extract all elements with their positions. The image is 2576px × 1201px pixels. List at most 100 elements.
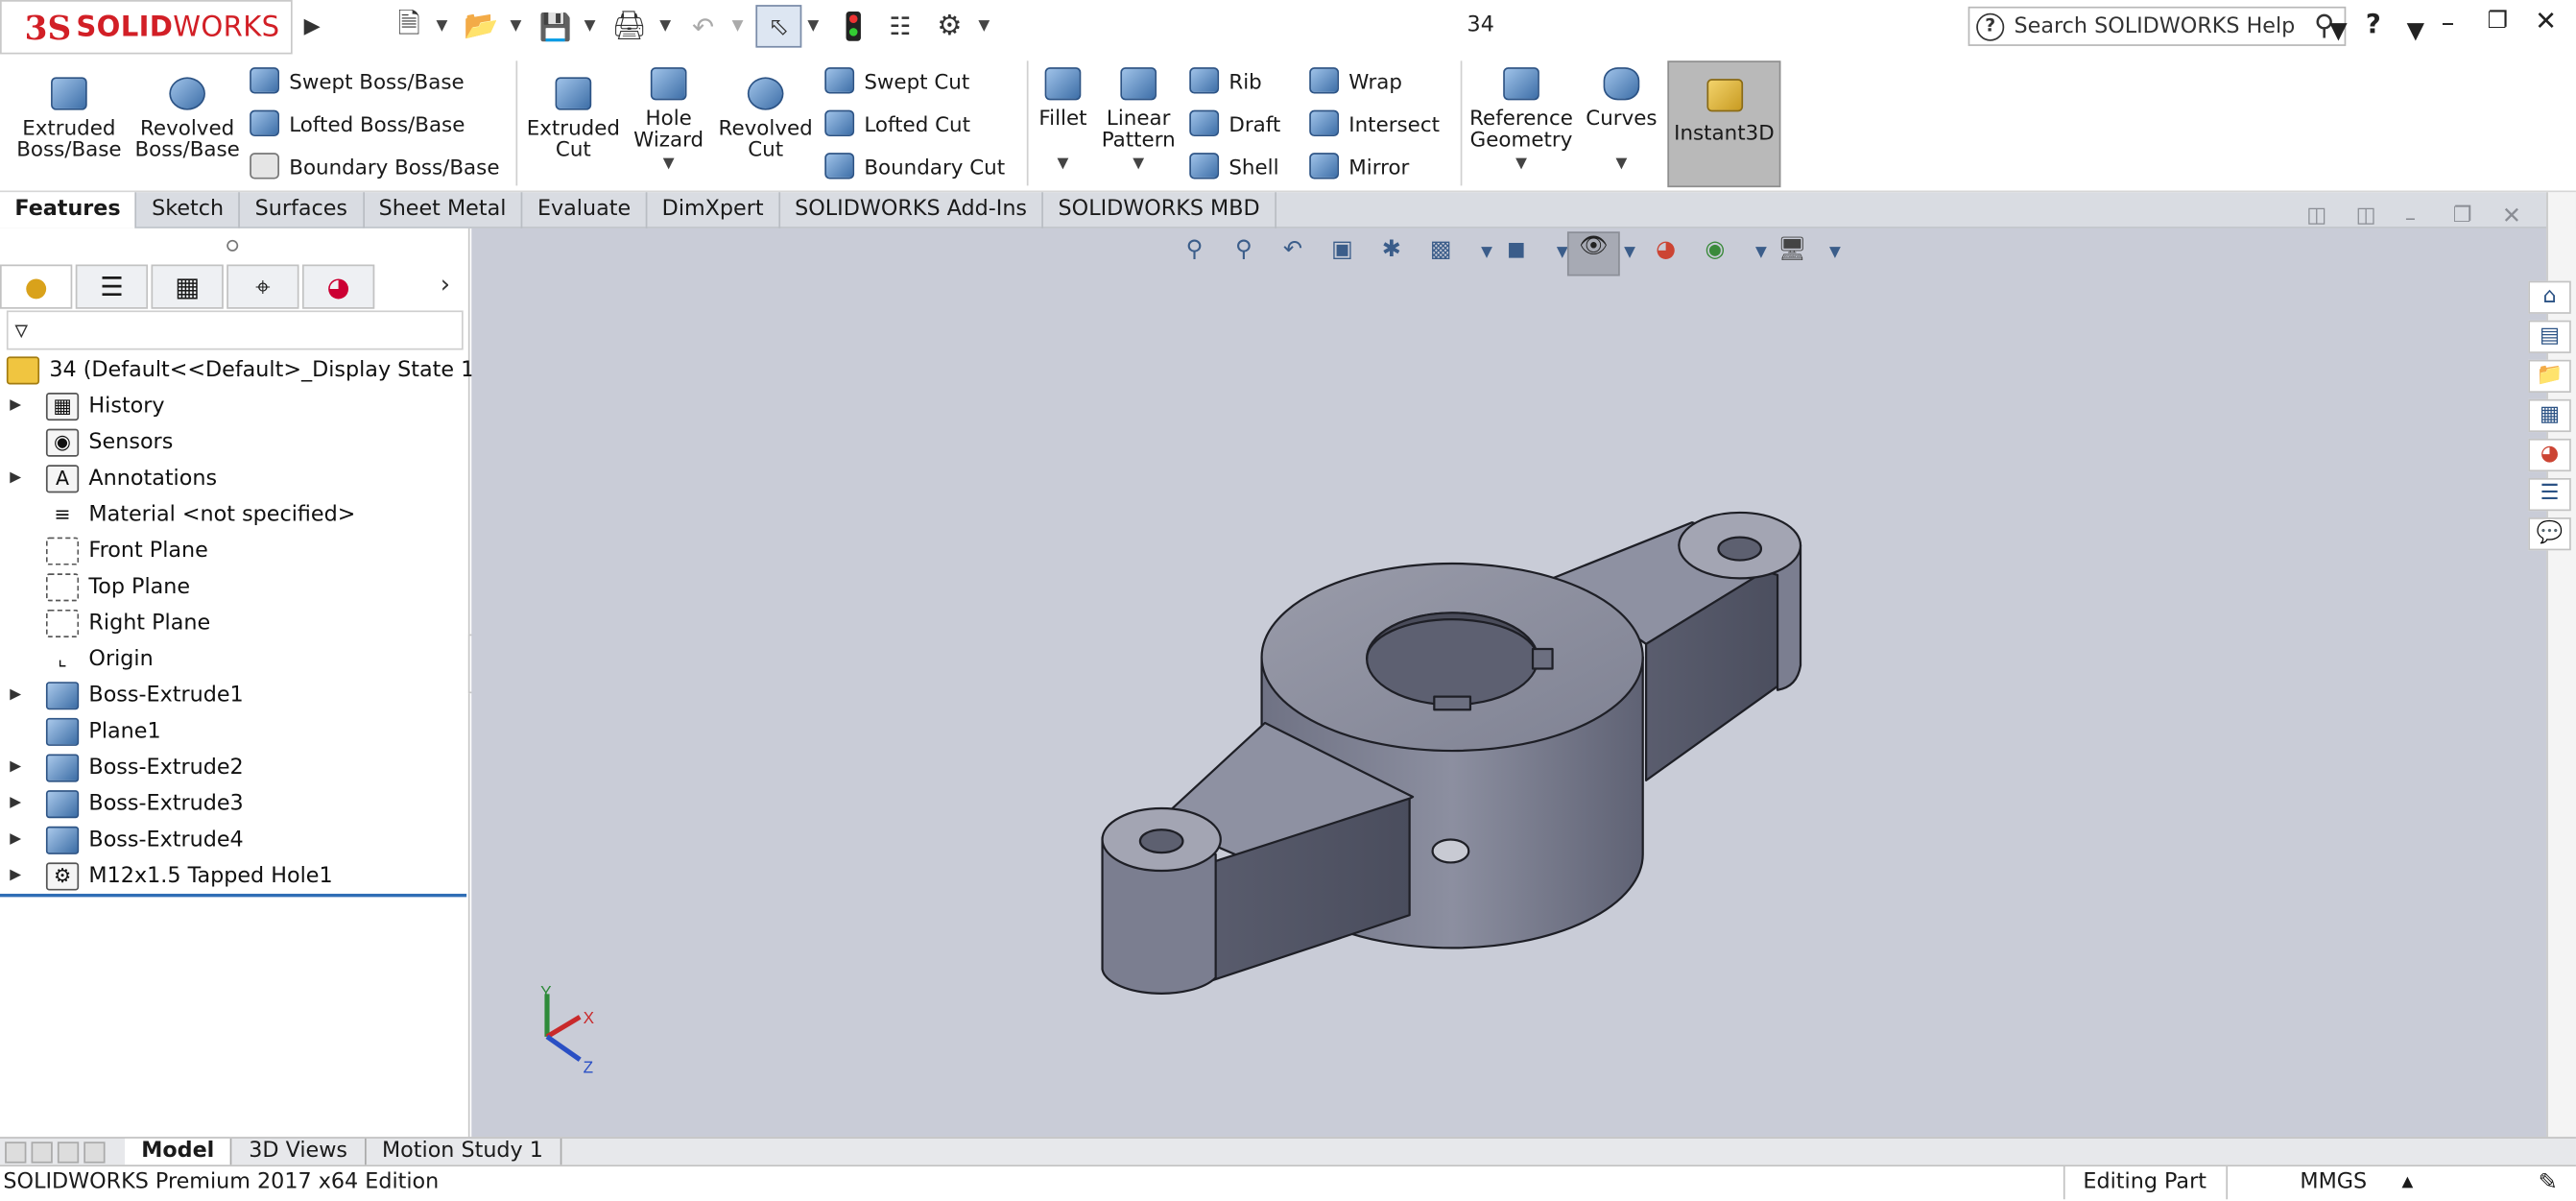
tab-nav-last-icon[interactable] [83, 1141, 106, 1163]
intersect-button[interactable]: Intersect [1309, 109, 1440, 137]
extruded-boss-button[interactable]: Extruded Boss/Base [13, 77, 125, 159]
hole-wizard-button[interactable]: Hole Wizard ▼ [628, 67, 710, 176]
extruded-cut-button[interactable]: Extruded Cut [522, 77, 624, 159]
view-settings-chevron-icon[interactable]: ▼ [1817, 245, 1853, 277]
display-style-icon[interactable]: ◼ [1498, 236, 1535, 269]
tab-mbd[interactable]: SOLIDWORKS MBD [1043, 192, 1276, 228]
curves-button[interactable]: Curves ▼ [1584, 67, 1659, 176]
tree-item[interactable]: Plane1 [0, 713, 161, 750]
reference-geometry-chevron-icon[interactable]: ▼ [1515, 156, 1527, 173]
status-units[interactable]: MMGS [2300, 1166, 2367, 1199]
tree-expand-chevron-icon[interactable]: ▶ [10, 831, 30, 848]
tree-root[interactable]: 34 (Default<<Default>_Display State 1>) [0, 351, 501, 388]
restore-icon[interactable]: ❐ [2488, 9, 2509, 35]
print-dropdown-chevron-icon[interactable]: ▼ [657, 9, 674, 45]
tree-item[interactable]: ▶ Boss-Extrude2 [0, 749, 244, 785]
tree-expand-chevron-icon[interactable]: ▶ [10, 469, 30, 486]
status-customize-icon[interactable]: ✎ [2539, 1166, 2558, 1199]
select-dropdown-chevron-icon[interactable]: ▼ [805, 9, 822, 45]
hide-show-chevron-icon[interactable]: ▼ [1620, 245, 1640, 277]
viewport-close-icon[interactable]: ✕ [2502, 204, 2521, 229]
hole-wizard-chevron-icon[interactable]: ▼ [663, 156, 675, 173]
graphics-area[interactable]: Y X Z [471, 228, 2547, 1138]
zoom-to-fit-icon[interactable]: ⚲ [1177, 236, 1213, 269]
close-icon[interactable]: ✕ [2535, 5, 2557, 36]
view-palette-icon[interactable]: ▦ [2528, 398, 2571, 433]
viewport-tile-right-icon[interactable]: ◫ [2356, 204, 2376, 228]
tab-sheet-metal[interactable]: Sheet Metal [364, 192, 523, 228]
tab-nav-next-icon[interactable] [57, 1141, 80, 1163]
wrap-button[interactable]: Wrap [1309, 67, 1402, 94]
tab-features[interactable]: Features [0, 192, 137, 228]
fillet-button[interactable]: Fillet ▼ [1032, 67, 1094, 176]
view-orientation-icon[interactable]: ▩ [1422, 236, 1459, 269]
property-manager-tab-icon[interactable]: ☰ [75, 264, 149, 309]
tree-item[interactable]: ▶ Boss-Extrude3 [0, 785, 244, 822]
swept-boss-button[interactable]: Swept Boss/Base [250, 67, 465, 94]
rib-button[interactable]: Rib [1189, 67, 1262, 94]
viewport-tile-left-icon[interactable]: ◫ [2306, 204, 2326, 228]
tab-sketch[interactable]: Sketch [137, 192, 241, 228]
save-icon[interactable]: 💾 [536, 9, 575, 45]
tree-expand-chevron-icon[interactable]: ▶ [10, 397, 30, 414]
lofted-boss-button[interactable]: Lofted Boss/Base [250, 109, 465, 137]
file-properties-icon[interactable]: ☷ [880, 9, 919, 45]
search-input[interactable]: Search SOLIDWORKS Help [2015, 14, 2296, 39]
tree-item[interactable]: ▶ Boss-Extrude4 [0, 822, 244, 858]
viewport-restore-icon[interactable]: ❐ [2453, 204, 2472, 228]
tree-expand-chevron-icon[interactable]: ▶ [10, 868, 30, 884]
save-dropdown-chevron-icon[interactable]: ▼ [582, 9, 598, 45]
tree-item[interactable]: ◉ Sensors [0, 424, 173, 461]
lofted-cut-button[interactable]: Lofted Cut [824, 109, 970, 137]
part-model-view[interactable] [471, 228, 2546, 1137]
dimxpert-manager-tab-icon[interactable]: ⌖ [227, 264, 299, 309]
design-library-icon[interactable]: ▤ [2528, 320, 2571, 353]
linear-pattern-chevron-icon[interactable]: ▼ [1133, 156, 1144, 173]
zoom-to-area-icon[interactable]: ⚲ [1226, 236, 1262, 269]
tab-addins[interactable]: SOLIDWORKS Add-Ins [780, 192, 1044, 228]
revolved-cut-button[interactable]: Revolved Cut [716, 77, 815, 159]
instant3d-toggle-button[interactable]: Instant3D [1667, 60, 1781, 188]
hide-show-items-icon[interactable]: 👁 [1566, 231, 1620, 276]
tree-item[interactable]: ▶ Boss-Extrude1 [0, 677, 244, 713]
view-settings-icon[interactable]: 🖥 [1775, 236, 1811, 269]
tree-item[interactable]: ▶ ⚙ M12x1.5 Tapped Hole1 [0, 857, 333, 894]
tree-expand-chevron-icon[interactable]: ▶ [10, 686, 30, 703]
tab-evaluate[interactable]: Evaluate [523, 192, 648, 228]
menu-expand-arrow-icon[interactable]: ▶ [298, 9, 327, 45]
display-manager-tab-icon[interactable]: ◕ [301, 264, 375, 309]
search-dropdown-chevron-icon[interactable]: ▼ [2329, 18, 2347, 44]
tab-dimxpert[interactable]: DimXpert [647, 192, 780, 228]
linear-pattern-button[interactable]: Linear Pattern ▼ [1101, 67, 1177, 176]
tree-item[interactable]: ▶ ▦ History [0, 388, 165, 424]
rollback-bar[interactable] [0, 893, 467, 898]
tree-item[interactable]: Right Plane [0, 605, 210, 641]
section-view-icon[interactable]: ▣ [1324, 236, 1361, 269]
rebuild-traffic-light-icon[interactable] [838, 9, 868, 45]
print-icon[interactable]: 🖨 [608, 9, 651, 45]
boundary-cut-button[interactable]: Boundary Cut [824, 153, 1005, 180]
fillet-chevron-icon[interactable]: ▼ [1058, 156, 1069, 173]
tree-expand-chevron-icon[interactable]: ▶ [10, 795, 30, 811]
shell-button[interactable]: Shell [1189, 153, 1279, 180]
undo-icon[interactable]: ↶ [683, 9, 723, 45]
feature-manager-tab-icon[interactable]: ● [0, 264, 73, 309]
boundary-boss-button[interactable]: Boundary Boss/Base [250, 153, 499, 180]
new-document-icon[interactable]: 🗎 [391, 8, 427, 45]
curves-chevron-icon[interactable]: ▼ [1616, 156, 1628, 173]
solidworks-logo[interactable]: 3S SOLIDWORKS [0, 0, 293, 55]
dynamic-annotation-icon[interactable]: ✱ [1373, 236, 1410, 269]
tab-3d-views[interactable]: 3D Views [232, 1138, 366, 1166]
configuration-manager-tab-icon[interactable]: ▦ [151, 264, 224, 309]
undo-dropdown-chevron-icon[interactable]: ▼ [729, 9, 746, 45]
forum-icon[interactable]: 💬 [2528, 517, 2571, 551]
mirror-button[interactable]: Mirror [1309, 153, 1409, 180]
tree-expand-chevron-icon[interactable]: ▶ [10, 759, 30, 776]
apply-scene-icon[interactable]: ◉ [1697, 236, 1733, 269]
tree-item[interactable]: ▶ A Annotations [0, 460, 217, 496]
help-button[interactable]: ? [2366, 9, 2381, 40]
options-dropdown-chevron-icon[interactable]: ▼ [976, 9, 992, 45]
open-folder-icon[interactable]: 📂 [460, 9, 503, 45]
open-dropdown-chevron-icon[interactable]: ▼ [508, 9, 524, 45]
revolved-boss-button[interactable]: Revolved Boss/Base [131, 77, 243, 159]
